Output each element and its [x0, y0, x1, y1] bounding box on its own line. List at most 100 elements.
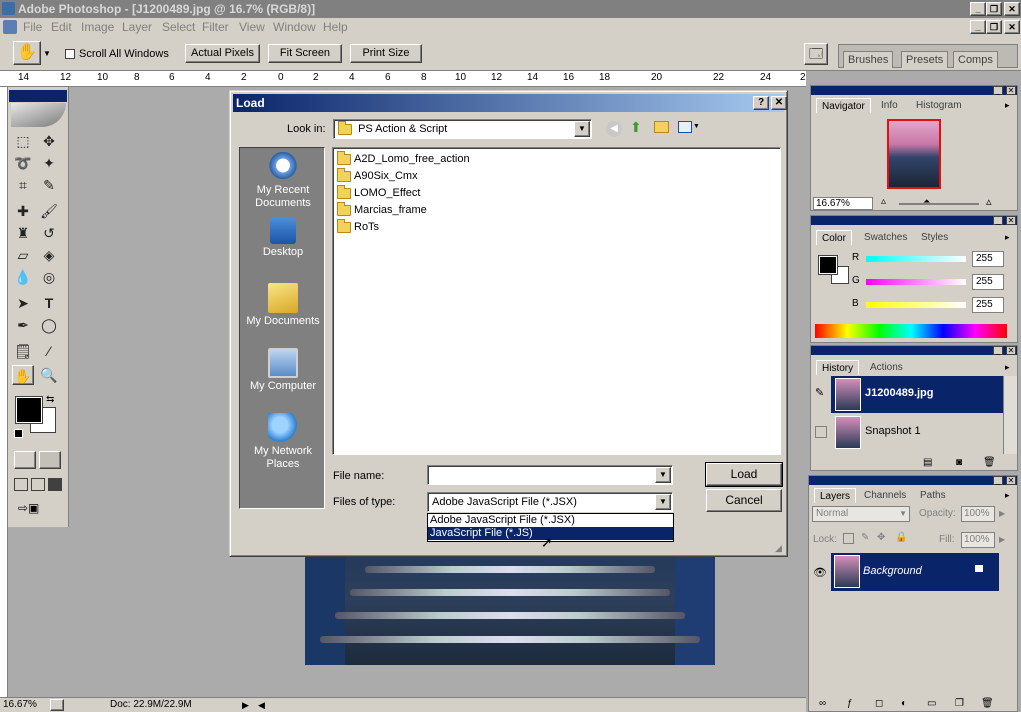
tab-history[interactable]: History — [816, 360, 860, 375]
menu-select[interactable]: Select — [162, 20, 195, 34]
scroll-all-checkbox[interactable] — [65, 49, 75, 59]
channel-r-slider[interactable] — [866, 256, 966, 262]
panel-close-button[interactable]: ✕ — [1006, 86, 1016, 95]
layer-visibility-eye-icon[interactable]: 👁 — [813, 566, 827, 579]
channel-r-value[interactable]: 255 — [972, 251, 1004, 267]
zoom-slider-thumb[interactable]: ⏶ — [923, 196, 930, 207]
view-menu-chevron-icon[interactable]: ▼ — [693, 123, 700, 130]
load-button[interactable]: Load — [705, 462, 783, 487]
tab-navigator[interactable]: Navigator — [816, 98, 871, 113]
preset-dropdown-icon[interactable]: ▼ — [43, 49, 51, 58]
lock-image-icon[interactable]: ✎ — [861, 532, 869, 543]
files-of-type-select[interactable]: Adobe JavaScript File (*.JSX) ▼ — [427, 492, 673, 512]
menu-edit[interactable]: Edit — [51, 20, 72, 34]
print-size-button[interactable]: Print Size — [350, 44, 422, 63]
history-brush-icon[interactable]: ↺ — [38, 223, 60, 243]
status-menu-icon[interactable] — [50, 699, 64, 711]
channel-b-slider[interactable] — [866, 302, 966, 308]
dialog-close-button[interactable]: ✕ — [771, 96, 787, 110]
tab-channels[interactable]: Channels — [859, 488, 911, 503]
history-state-item[interactable]: Snapshot 1 — [831, 414, 1003, 451]
blend-mode-select[interactable]: Normal ▼ — [812, 506, 910, 522]
restore-button[interactable]: ❐ — [986, 2, 1002, 16]
menu-layer[interactable]: Layer — [122, 20, 152, 34]
quick-mask-icon[interactable] — [39, 451, 61, 469]
menu-view[interactable]: View — [239, 20, 265, 34]
tab-paths[interactable]: Paths — [915, 488, 951, 503]
list-item[interactable]: LOMO_Effect — [337, 184, 420, 201]
screen-mode-full-icon[interactable] — [48, 478, 62, 491]
channel-b-value[interactable]: 255 — [972, 297, 1004, 313]
slice-tool-icon[interactable]: ✎ — [38, 175, 60, 195]
status-scroll-left-icon[interactable]: ◀ — [258, 698, 265, 712]
color-fg-swatch[interactable] — [818, 255, 838, 275]
tab-styles[interactable]: Styles — [916, 230, 953, 245]
file-name-input[interactable]: ▼ — [427, 465, 673, 485]
close-button[interactable]: ✕ — [1004, 2, 1020, 16]
delete-layer-icon[interactable]: 🗑 — [981, 698, 994, 709]
navigator-zoom-field[interactable]: 16.67% — [813, 197, 873, 210]
place-desktop[interactable]: Desktop — [240, 218, 326, 259]
menu-filter[interactable]: Filter — [202, 20, 229, 34]
back-icon[interactable]: ◀ — [606, 121, 622, 137]
zoom-out-icon[interactable]: ▵ — [881, 196, 886, 207]
doc-close-button[interactable]: ✕ — [1004, 20, 1020, 34]
panel-menu-icon[interactable]: ▸ — [1005, 362, 1010, 373]
status-arrow-icon[interactable]: ▶ — [242, 698, 249, 712]
panel-minimize-button[interactable]: _ — [993, 216, 1003, 225]
list-item[interactable]: Marcias_frame — [337, 201, 427, 218]
document-canvas-image[interactable] — [305, 556, 715, 665]
look-in-select[interactable]: PS Action & Script ▼ — [333, 119, 592, 139]
blur-tool-icon[interactable]: 💧 — [12, 267, 34, 287]
menu-window[interactable]: Window — [273, 20, 316, 34]
place-my-computer[interactable]: My Computer — [240, 348, 326, 393]
history-brush-source-icon[interactable]: ✎ — [815, 386, 824, 399]
screen-mode-standard-icon[interactable] — [14, 478, 28, 491]
place-network-places[interactable]: My Network Places — [240, 413, 326, 471]
lock-position-icon[interactable]: ✥ — [877, 532, 885, 543]
list-item[interactable]: A2D_Lomo_free_action — [337, 150, 470, 167]
hand-tool-icon[interactable]: ✋ — [12, 365, 34, 385]
status-zoom[interactable]: 16.67% — [3, 698, 37, 712]
paint-bucket-icon[interactable]: ◈ — [38, 245, 60, 265]
new-group-icon[interactable]: ▭ — [927, 698, 936, 709]
panel-minimize-button[interactable]: _ — [993, 86, 1003, 95]
path-selection-icon[interactable]: ➤ — [12, 293, 34, 313]
tab-histogram[interactable]: Histogram — [911, 98, 967, 113]
hand-tool-preset-icon[interactable]: ✋ — [13, 41, 41, 65]
healing-brush-icon[interactable]: ✚ — [12, 201, 34, 221]
history-checkbox[interactable] — [815, 426, 827, 438]
panel-close-button[interactable]: ✕ — [1006, 216, 1016, 225]
file-browser-icon[interactable]: 🗔 — [804, 43, 828, 65]
clone-stamp-icon[interactable]: ♜ — [12, 223, 34, 243]
view-menu-icon[interactable] — [678, 121, 692, 133]
layer-row-background[interactable]: Background — [831, 553, 999, 591]
panel-menu-icon[interactable]: ▸ — [1005, 100, 1010, 111]
panel-minimize-button[interactable]: _ — [993, 476, 1003, 485]
standard-mode-icon[interactable] — [14, 451, 36, 469]
crop-tool-icon[interactable]: ⌗ — [12, 175, 34, 195]
chevron-down-icon[interactable]: ▼ — [655, 467, 671, 483]
foreground-color-swatch[interactable] — [15, 396, 43, 424]
default-colors-icon[interactable] — [14, 429, 23, 438]
eyedropper-tool-icon[interactable]: ⁄ — [38, 341, 60, 361]
layer-style-icon[interactable]: ƒ — [847, 698, 853, 709]
new-snapshot-icon[interactable]: ◙ — [956, 457, 962, 468]
delete-state-icon[interactable]: 🗑 — [983, 457, 996, 468]
menu-image[interactable]: Image — [81, 20, 114, 34]
tab-actions[interactable]: Actions — [865, 360, 908, 375]
new-folder-icon[interactable] — [654, 121, 669, 133]
zoom-tool-icon[interactable]: 🔍 — [38, 365, 60, 385]
actual-pixels-button[interactable]: Actual Pixels — [185, 44, 260, 63]
tab-swatches[interactable]: Swatches — [859, 230, 912, 245]
brush-tool-icon[interactable]: 🖌 — [38, 201, 60, 221]
new-document-from-state-icon[interactable]: ▤ — [923, 457, 932, 468]
file-list[interactable]: A2D_Lomo_free_action A90Six_Cmx LOMO_Eff… — [332, 147, 781, 455]
well-tab-presets[interactable]: Presets — [901, 51, 949, 68]
menu-help[interactable]: Help — [323, 20, 348, 34]
lasso-tool-icon[interactable]: ➰ — [12, 153, 34, 173]
panel-menu-icon[interactable]: ▸ — [1005, 232, 1010, 243]
well-tab-brushes[interactable]: Brushes — [843, 51, 894, 68]
adjustment-layer-icon[interactable]: ◐ — [901, 698, 907, 709]
lock-transparency-icon[interactable] — [843, 533, 854, 544]
